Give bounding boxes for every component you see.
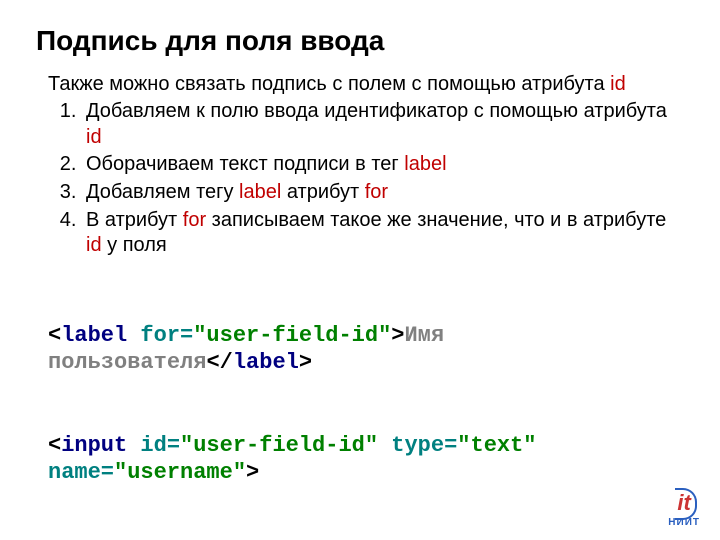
code-line: <input id="user-field-id" type="text" na… bbox=[48, 432, 684, 487]
logo-icon: it bbox=[677, 492, 690, 514]
step-keyword: for bbox=[183, 209, 206, 231]
code-attr: for= bbox=[140, 323, 193, 348]
code-value: "username" bbox=[114, 460, 246, 485]
code-tag: input bbox=[61, 433, 127, 458]
code-space bbox=[378, 433, 391, 458]
code-space bbox=[537, 433, 550, 458]
code-attr: id= bbox=[140, 433, 180, 458]
code-value: "user-field-id" bbox=[193, 323, 391, 348]
step-keyword: label bbox=[239, 181, 281, 203]
code-space bbox=[127, 323, 140, 348]
code-attr: type= bbox=[391, 433, 457, 458]
slide-body: Также можно связать подпись с полем с по… bbox=[36, 72, 684, 540]
code-value: "user-field-id" bbox=[180, 433, 378, 458]
code-tag: label bbox=[233, 350, 299, 375]
code-attr: name= bbox=[48, 460, 114, 485]
code-punct: > bbox=[391, 323, 404, 348]
intro-keyword: id bbox=[610, 73, 626, 95]
slide-title: Подпись для поля ввода bbox=[36, 24, 684, 58]
step-text: В атрибут bbox=[86, 209, 183, 231]
steps-list: Добавляем к полю ввода идентификатор с п… bbox=[48, 99, 684, 259]
code-example: <label for="user-field-id">Имя пользоват… bbox=[48, 267, 684, 540]
list-item: Оборачиваем текст подписи в тег label bbox=[82, 152, 684, 178]
logo: it НИИТ bbox=[668, 492, 700, 528]
step-keyword: for bbox=[365, 181, 388, 203]
list-item: Добавляем тегу label атрибут for bbox=[82, 180, 684, 206]
code-space bbox=[127, 433, 140, 458]
step-text: Добавляем тегу bbox=[86, 181, 239, 203]
code-punct: </ bbox=[206, 350, 232, 375]
list-item: В атрибут for записываем такое же значен… bbox=[82, 208, 684, 259]
intro-text: Также можно связать подпись с полем с по… bbox=[48, 73, 610, 95]
code-tag: label bbox=[61, 323, 127, 348]
code-punct: < bbox=[48, 433, 61, 458]
step-text: атрибут bbox=[281, 181, 364, 203]
code-value: "text" bbox=[457, 433, 536, 458]
step-text: Оборачиваем текст подписи в тег bbox=[86, 153, 404, 175]
intro-paragraph: Также можно связать подпись с полем с по… bbox=[48, 72, 684, 98]
code-punct: > bbox=[246, 460, 259, 485]
code-punct: < bbox=[48, 323, 61, 348]
list-item: Добавляем к полю ввода идентификатор с п… bbox=[82, 99, 684, 150]
step-keyword: id bbox=[86, 126, 102, 148]
step-keyword: id bbox=[86, 234, 102, 256]
step-text: записываем такое же значение, что и в ат… bbox=[206, 209, 666, 231]
step-text: Добавляем к полю ввода идентификатор с п… bbox=[86, 100, 667, 122]
code-line: <label for="user-field-id">Имя пользоват… bbox=[48, 322, 684, 377]
step-keyword: label bbox=[404, 153, 446, 175]
slide: Подпись для поля ввода Также можно связа… bbox=[0, 0, 720, 540]
step-text: у поля bbox=[102, 234, 167, 256]
code-punct: > bbox=[299, 350, 312, 375]
